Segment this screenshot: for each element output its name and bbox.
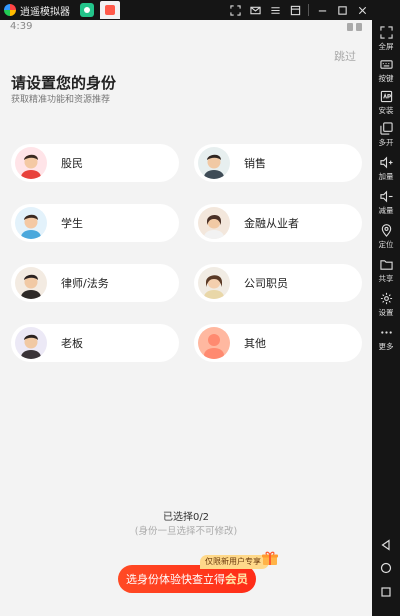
keyboard-icon bbox=[379, 60, 393, 69]
sidebar-item-multi-instance[interactable]: 多开 bbox=[372, 120, 400, 152]
option-label: 其他 bbox=[244, 337, 266, 350]
sidebar-item-label: 更多 bbox=[378, 342, 394, 351]
student-avatar bbox=[15, 207, 47, 239]
nav-back-button[interactable] bbox=[372, 535, 400, 555]
page-subtitle: 获取精准功能和资源推荐 bbox=[11, 95, 111, 105]
apk-icon bbox=[380, 90, 392, 103]
option-label: 金融从业者 bbox=[244, 217, 299, 230]
nav-home-button[interactable] bbox=[372, 558, 400, 578]
option-label: 销售 bbox=[244, 157, 266, 170]
phone-screen: 4:39 跳过 请设置您的身份 获取精准功能和资源推荐 股民 销售 学生 金融从… bbox=[0, 20, 372, 616]
stock-investor-avatar bbox=[15, 147, 47, 179]
sidebar-item-label: 共享 bbox=[378, 274, 394, 283]
sidebar-item-label: 设置 bbox=[378, 308, 394, 317]
promo-highlight: 会员 bbox=[225, 572, 248, 586]
promo-text: 选身份体验快查立得 bbox=[126, 573, 225, 586]
sidebar-item-label: 减量 bbox=[378, 206, 394, 215]
close-icon[interactable] bbox=[352, 0, 372, 20]
sidebar-item-location[interactable]: 定位 bbox=[372, 222, 400, 254]
gift-icon bbox=[262, 551, 278, 565]
tab-app-active[interactable] bbox=[100, 1, 120, 19]
emulator-sidebar: 全屏 按键 安装 多开 加量 减量 定位 共享 设置 更多 bbox=[372, 0, 400, 616]
volume-down-icon bbox=[379, 190, 393, 203]
identity-option-finance-professional[interactable]: 金融从业者 bbox=[194, 204, 362, 242]
lawyer-avatar bbox=[15, 267, 47, 299]
window-title: 逍遥模拟器 bbox=[20, 6, 70, 18]
home-circle-icon bbox=[380, 562, 392, 574]
identity-option-boss[interactable]: 老板 bbox=[11, 324, 179, 362]
finance-professional-avatar bbox=[198, 207, 230, 239]
sidebar-item-label: 安装 bbox=[378, 106, 394, 115]
sidebar-item-install[interactable]: 安装 bbox=[372, 88, 400, 120]
option-label: 老板 bbox=[61, 337, 83, 350]
selected-count: 已选择0/2 bbox=[162, 512, 210, 523]
gear-icon bbox=[380, 292, 392, 305]
recents-square-icon bbox=[381, 587, 391, 597]
tab-app-green[interactable] bbox=[80, 3, 94, 17]
sidebar-item-label: 全屏 bbox=[378, 42, 394, 51]
skip-button[interactable]: 跳过 bbox=[334, 48, 356, 64]
folder-icon bbox=[379, 260, 393, 270]
nav-recents-button[interactable] bbox=[372, 582, 400, 602]
mail-icon[interactable] bbox=[245, 0, 265, 20]
sidebar-item-label: 按键 bbox=[378, 74, 394, 83]
app-logo-icon bbox=[4, 4, 16, 16]
sidebar-item-settings[interactable]: 设置 bbox=[372, 290, 400, 322]
sidebar-item-keys[interactable]: 按键 bbox=[372, 56, 400, 88]
boss-avatar bbox=[15, 327, 47, 359]
sidebar-item-volume-down[interactable]: 减量 bbox=[372, 188, 400, 220]
status-icons bbox=[347, 23, 362, 31]
sidebar-item-label: 定位 bbox=[378, 240, 394, 249]
identity-option-lawyer[interactable]: 律师/法务 bbox=[11, 264, 179, 302]
fullscreen-icon bbox=[379, 26, 393, 39]
sidebar-item-fullscreen[interactable]: 全屏 bbox=[372, 24, 400, 56]
identity-option-office-worker[interactable]: 公司职员 bbox=[194, 264, 362, 302]
multi-instance-icon bbox=[379, 122, 393, 135]
option-label: 公司职员 bbox=[244, 277, 288, 290]
identity-option-other[interactable]: 其他 bbox=[194, 324, 362, 362]
option-label: 律师/法务 bbox=[61, 277, 109, 290]
sidebar-item-share[interactable]: 共享 bbox=[372, 256, 400, 288]
option-label: 股民 bbox=[61, 157, 83, 170]
promo-button[interactable]: 选身份体验快查立得 会员 bbox=[118, 565, 256, 593]
office-worker-avatar bbox=[198, 267, 230, 299]
sidebar-item-label: 加量 bbox=[378, 172, 394, 181]
identity-option-sales[interactable]: 销售 bbox=[194, 144, 362, 182]
new-user-badge: 仅限新用户专享 bbox=[200, 555, 269, 569]
more-icon bbox=[380, 331, 392, 334]
volume-up-icon bbox=[379, 156, 393, 169]
sidebar-item-volume-up[interactable]: 加量 bbox=[372, 154, 400, 186]
option-label: 学生 bbox=[61, 217, 83, 230]
status-time: 4:39 bbox=[10, 21, 33, 32]
back-triangle-icon bbox=[381, 539, 390, 551]
maximize-icon[interactable] bbox=[332, 0, 352, 20]
location-icon bbox=[381, 224, 391, 237]
emulator-titlebar: 逍遥模拟器 bbox=[0, 0, 400, 20]
status-bar: 4:39 bbox=[0, 20, 372, 34]
identity-option-student[interactable]: 学生 bbox=[11, 204, 179, 242]
sidebar-item-label: 多开 bbox=[378, 138, 394, 147]
other-avatar-icon bbox=[198, 327, 230, 359]
sales-avatar bbox=[198, 147, 230, 179]
page-title: 请设置您的身份 bbox=[11, 74, 117, 92]
sidebar-item-more[interactable]: 更多 bbox=[372, 324, 400, 356]
screenshot-icon[interactable] bbox=[225, 0, 245, 20]
minimize-icon[interactable] bbox=[312, 0, 332, 20]
settings-window-icon[interactable] bbox=[285, 0, 305, 20]
menu-icon[interactable] bbox=[265, 0, 285, 20]
selection-note: (身份一旦选择不可修改) bbox=[134, 526, 238, 537]
identity-option-stock-investor[interactable]: 股民 bbox=[11, 144, 179, 182]
